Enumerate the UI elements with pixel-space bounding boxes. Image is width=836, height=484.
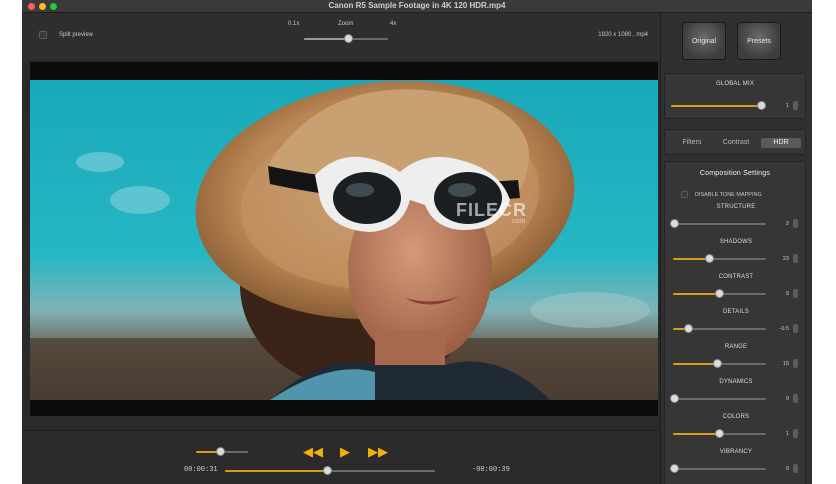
vibrancy-slider-knob[interactable] — [669, 464, 679, 473]
contrast-slider-knob[interactable] — [714, 289, 724, 298]
preview-toolbar: Split preview 0.1x Zoom 4x 1920 x 1080 ,… — [22, 13, 660, 60]
composition-title: Composition Settings — [699, 170, 771, 177]
structure-value: 2 — [785, 221, 789, 227]
global-mix-slider[interactable] — [671, 101, 767, 110]
range-stepper[interactable] — [793, 359, 798, 368]
zoom-max-label: 4x — [390, 21, 397, 27]
contrast-stepper[interactable] — [793, 289, 798, 298]
colors-stepper[interactable] — [793, 429, 798, 438]
contrast-value: 5 — [785, 291, 789, 297]
shadows-slider[interactable] — [673, 254, 766, 263]
range-slider-fill — [673, 363, 718, 365]
slider-row-details: DETAILS -0.5 — [665, 309, 807, 341]
slider-row-vibrancy: VIBRANCY 0 — [665, 449, 807, 481]
shadows-slider-knob[interactable] — [705, 254, 715, 263]
elapsed-time: 00:00:31 — [184, 466, 218, 474]
shadows-stepper[interactable] — [793, 254, 798, 263]
dynamics-label: DYNAMICS — [719, 379, 753, 385]
split-preview-label: Split preview — [59, 32, 94, 38]
dynamics-value: 0 — [785, 396, 789, 402]
video-viewer: FILECR .com — [30, 62, 658, 416]
tab-contrast[interactable]: Contrast — [714, 138, 758, 148]
dynamics-slider-knob[interactable] — [669, 394, 679, 403]
title-bar: Canon R5 Sample Footage in 4K 120 HDR.mp… — [22, 0, 812, 13]
global-mix-slider-knob[interactable] — [757, 101, 767, 110]
slider-row-shadows: SHADOWS 23 — [665, 239, 807, 271]
colors-slider-knob[interactable] — [714, 429, 724, 438]
volume-slider-knob[interactable] — [215, 447, 225, 456]
details-label: DETAILS — [723, 309, 749, 315]
dynamics-stepper[interactable] — [793, 394, 798, 403]
mode-tabs: Filters Contrast HDR — [664, 129, 806, 155]
remaining-time: -00:00:39 — [472, 466, 510, 474]
disable-tone-mapping-label: DISABLE TONE MAPPING — [695, 192, 762, 198]
details-value: -0.5 — [779, 326, 789, 332]
zoom-slider-fill — [304, 38, 349, 40]
global-mix-stepper[interactable] — [793, 101, 798, 110]
vibrancy-stepper[interactable] — [793, 464, 798, 473]
original-button[interactable]: Original — [682, 22, 726, 60]
slider-row-range: RANGE 15 — [665, 344, 807, 376]
vibrancy-label: VIBRANCY — [719, 449, 753, 455]
colors-slider[interactable] — [673, 429, 766, 438]
range-value: 15 — [782, 361, 789, 367]
contrast-slider-fill — [673, 293, 720, 295]
fast-forward-icon[interactable]: ▶▶ — [368, 445, 388, 458]
range-slider[interactable] — [673, 359, 766, 368]
playback-progress[interactable] — [225, 466, 435, 475]
zoom-slider[interactable] — [304, 34, 388, 43]
range-slider-knob[interactable] — [712, 359, 722, 368]
volume-slider[interactable] — [196, 447, 248, 456]
composition-settings-section: Composition Settings DISABLE TONE MAPPIN… — [664, 161, 806, 484]
slider-row-colors: COLORS 1 — [665, 414, 807, 446]
zoom-label: Zoom — [338, 21, 354, 27]
split-preview-checkbox[interactable] — [39, 31, 47, 39]
video-still-illustration — [30, 80, 658, 400]
range-label: RANGE — [724, 344, 748, 350]
window-title: Canon R5 Sample Footage in 4K 120 HDR.mp… — [328, 1, 506, 10]
slider-row-contrast: CONTRAST 5 — [665, 274, 807, 306]
colors-slider-fill — [673, 433, 720, 435]
tab-filters[interactable]: Filters — [673, 138, 711, 148]
vibrancy-value: 0 — [785, 466, 789, 472]
colors-value: 1 — [785, 431, 789, 437]
zoom-slider-knob[interactable] — [343, 34, 353, 43]
details-slider[interactable] — [673, 324, 766, 333]
rewind-icon[interactable]: ◀◀ — [303, 445, 323, 458]
playback-progress-fill — [225, 470, 328, 472]
tab-group: Filters Contrast HDR — [673, 138, 801, 148]
contrast-slider[interactable] — [673, 289, 766, 298]
structure-label: STRUCTURE — [716, 204, 756, 210]
disable-tone-mapping-checkbox[interactable] — [681, 191, 688, 198]
contrast-label: CONTRAST — [718, 274, 754, 280]
structure-slider[interactable] — [669, 219, 766, 228]
dynamics-slider[interactable] — [669, 394, 766, 403]
structure-stepper[interactable] — [793, 219, 798, 228]
app-window: Canon R5 Sample Footage in 4K 120 HDR.mp… — [22, 0, 812, 484]
global-mix-section: GLOBAL MIX 1 — [664, 73, 806, 119]
slider-row-structure: STRUCTURE 2 — [665, 204, 807, 236]
playback-progress-knob[interactable] — [322, 466, 332, 475]
play-icon[interactable]: ▶ — [340, 445, 350, 458]
details-stepper[interactable] — [793, 324, 798, 333]
transport-bar: ◀◀ ▶ ▶▶ 00:00:31 -00:00:39 — [22, 430, 660, 484]
shadows-label: SHADOWS — [719, 239, 753, 245]
slider-row-dynamics: DYNAMICS 0 — [665, 379, 807, 411]
watermark-subtext: .com — [510, 218, 526, 225]
tab-hdr[interactable]: HDR — [761, 138, 801, 148]
shadows-value: 23 — [782, 256, 789, 262]
resolution-info: 1920 x 1080 , mp4 — [598, 32, 648, 38]
video-frame-image: FILECR .com — [30, 80, 658, 400]
adjustments-panel: Original Presets GLOBAL MIX 1 Filters Co… — [660, 13, 812, 484]
details-slider-knob[interactable] — [683, 324, 693, 333]
colors-label: COLORS — [722, 414, 750, 420]
vibrancy-slider[interactable] — [669, 464, 766, 473]
zoom-min-label: 0.1x — [288, 21, 300, 27]
global-mix-value: 1 — [785, 103, 789, 109]
global-mix-label: GLOBAL MIX — [715, 81, 755, 87]
presets-button[interactable]: Presets — [737, 22, 781, 60]
structure-slider-knob[interactable] — [669, 219, 679, 228]
global-mix-slider-fill — [671, 105, 763, 107]
